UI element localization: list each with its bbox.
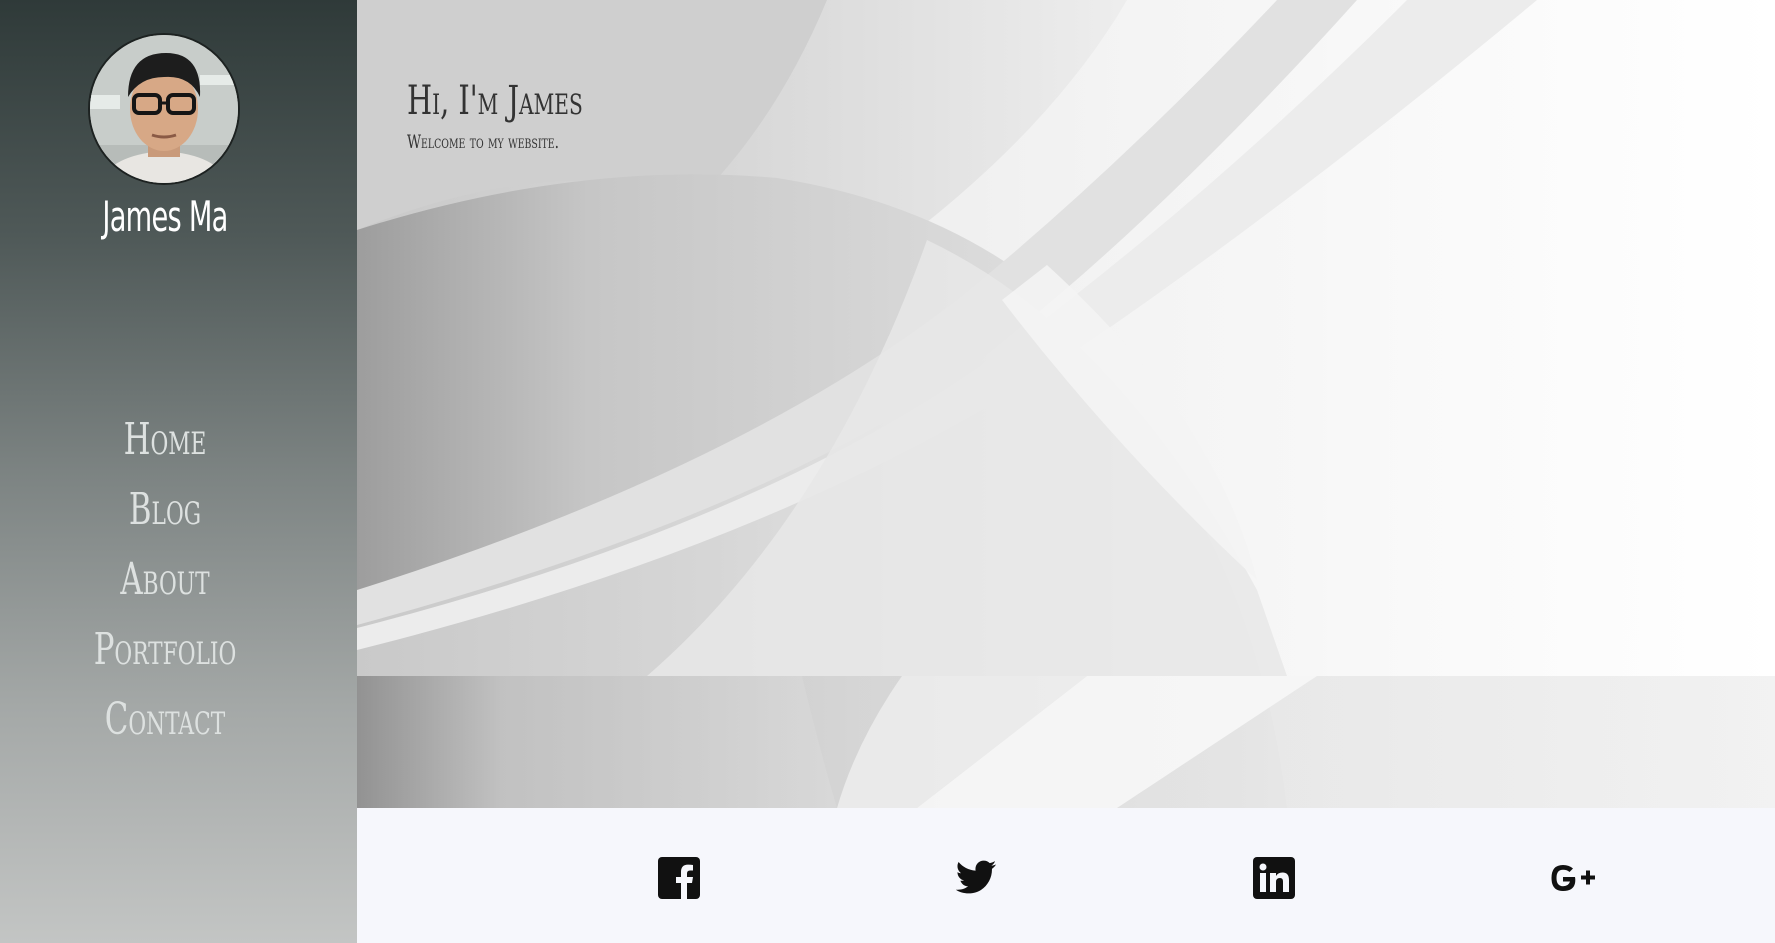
hero-title: Hi, I'm James	[407, 78, 583, 124]
nav-item-portfolio[interactable]: Portfolio	[50, 615, 281, 685]
nav-item-blog[interactable]: Blog	[50, 475, 281, 545]
nav-item-contact[interactable]: Contact	[50, 685, 281, 755]
hero: Hi, I'm James Welcome to my website.	[357, 0, 1775, 808]
google-plus-icon	[1551, 865, 1595, 891]
facebook-link[interactable]	[657, 856, 701, 900]
nav-item-about[interactable]: About	[50, 545, 281, 615]
sidebar: James Ma Home Blog About Portfolio Conta…	[0, 0, 357, 943]
nav-item-home[interactable]: Home	[50, 405, 281, 475]
linkedin-icon	[1253, 857, 1295, 899]
hero-subtitle: Welcome to my website.	[407, 131, 559, 153]
site-name: James Ma	[102, 192, 228, 241]
facebook-icon	[658, 857, 700, 900]
social-bar	[357, 808, 1775, 943]
avatar	[88, 33, 240, 185]
linkedin-link[interactable]	[1252, 856, 1296, 900]
google-plus-link[interactable]	[1547, 856, 1597, 900]
twitter-icon	[955, 860, 997, 894]
profile-photo	[90, 35, 238, 183]
page: James Ma Home Blog About Portfolio Conta…	[0, 0, 1775, 943]
twitter-link[interactable]	[954, 856, 998, 900]
main-nav: Home Blog About Portfolio Contact	[0, 405, 330, 755]
